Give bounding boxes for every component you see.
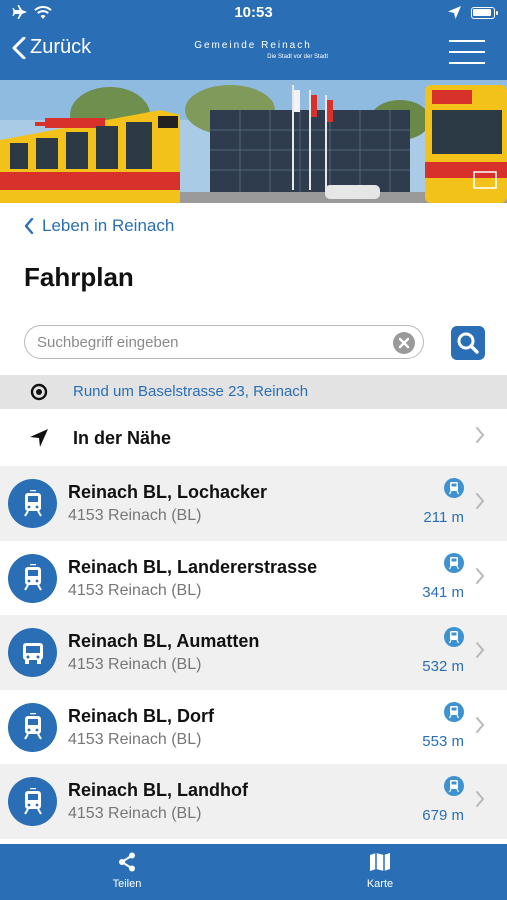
stop-distance: 341 m [422, 583, 464, 601]
nearby-label: In der Nähe [73, 428, 172, 448]
chevron-right-icon [475, 639, 485, 665]
search-field[interactable] [24, 325, 424, 359]
stop-address: 4153 Reinach (BL) [68, 507, 202, 524]
location-target-icon [30, 383, 48, 401]
current-location-row[interactable]: Rund um Baselstrasse 23, Reinach [0, 375, 507, 409]
menu-line [449, 51, 485, 53]
stop-name: Reinach BL, Aumatten [68, 631, 260, 652]
tram-icon [444, 627, 464, 648]
search-icon [457, 332, 479, 354]
status-bar: 10:53 [0, 0, 507, 28]
app-screen: 10:53 Zurück Gemeinde Reinach Die Stadt … [0, 0, 507, 900]
tram-icon [444, 776, 464, 797]
share-label: Teilen [112, 878, 142, 890]
stop-address: 4153 Reinach (BL) [68, 730, 202, 748]
tram-icon [444, 701, 464, 722]
stop-row[interactable]: Reinach BL, Landhof 4153 Reinach (BL) 67… [0, 764, 507, 839]
close-icon [398, 337, 410, 349]
map-icon [370, 853, 390, 871]
map-tab[interactable]: Karte [335, 852, 425, 890]
breadcrumb-label: Leben in Reinach [42, 216, 175, 235]
stop-row[interactable]: Reinach BL, Dorf 4153 Reinach (BL) 553 m [0, 689, 507, 765]
chevron-right-icon [475, 424, 485, 450]
bus-icon [8, 628, 57, 678]
stop-address: 4153 Reinach (BL) [68, 805, 202, 823]
chevron-left-icon [12, 36, 26, 59]
stop-row[interactable]: Reinach BL, Landererstrasse 4153 Reinach… [0, 540, 507, 616]
tram-icon [444, 478, 464, 498]
chevron-left-icon [24, 218, 34, 234]
top-bar: 10:53 Zurück Gemeinde Reinach Die Stadt … [0, 0, 507, 80]
location-address: Rund um Baselstrasse 23, Reinach [73, 383, 309, 400]
navigation-arrow-icon [30, 429, 48, 447]
stop-distance: 532 m [422, 658, 464, 676]
bottom-tab-bar: Teilen Karte [0, 844, 507, 900]
search-button[interactable] [451, 326, 485, 360]
menu-line [449, 62, 485, 64]
stop-name: Reinach BL, Landhof [68, 780, 248, 801]
stop-distance: 211 m [423, 509, 464, 526]
logo-title: Gemeinde Reinach [194, 40, 312, 51]
logo-tagline: Die Stadt vor der Stadt [267, 54, 328, 60]
share-tab[interactable]: Teilen [82, 852, 172, 890]
location-arrow-icon [448, 6, 461, 19]
chevron-right-icon [475, 565, 485, 591]
tram-icon [8, 553, 57, 603]
tram-icon [8, 479, 57, 528]
stops-list: Reinach BL, Lochacker 4153 Reinach (BL) … [0, 466, 507, 839]
stop-name: Reinach BL, Dorf [68, 705, 215, 726]
tram-icon [8, 777, 57, 827]
map-label: Karte [366, 878, 394, 890]
chevron-right-icon [475, 714, 485, 740]
chevron-right-icon [475, 788, 485, 814]
search-input[interactable] [37, 326, 397, 358]
battery-icon [471, 6, 498, 19]
stop-distance: 679 m [422, 807, 464, 825]
stop-row[interactable]: Reinach BL, Lochacker 4153 Reinach (BL) … [0, 466, 507, 541]
share-icon [119, 852, 135, 872]
stop-name: Reinach BL, Lochacker [68, 482, 268, 502]
chevron-right-icon [475, 490, 485, 516]
back-label: Zurück [30, 36, 92, 58]
nav-bar: Zurück Gemeinde Reinach Die Stadt vor de… [0, 28, 507, 80]
tram-icon [444, 552, 464, 573]
clear-search-button[interactable] [393, 332, 415, 354]
back-button[interactable]: Zurück [12, 36, 91, 59]
hamburger-menu-button[interactable] [449, 40, 485, 64]
status-right-icons [448, 6, 498, 19]
stop-address: 4153 Reinach (BL) [68, 581, 202, 599]
breadcrumb[interactable]: Leben in Reinach [24, 216, 174, 236]
hero-image [0, 80, 507, 203]
tram-icon [8, 702, 57, 752]
menu-line [449, 40, 485, 42]
stop-distance: 553 m [422, 732, 464, 750]
stop-row[interactable]: Reinach BL, Aumatten 4153 Reinach (BL) 5… [0, 615, 507, 690]
nearby-row[interactable]: In der Nähe [0, 410, 507, 466]
municipality-logo[interactable]: Gemeinde Reinach Die Stadt vor der Stadt [178, 40, 328, 60]
page-title: Fahrplan [24, 262, 134, 292]
stop-address: 4153 Reinach (BL) [68, 656, 202, 674]
status-time: 10:53 [234, 4, 273, 21]
stop-name: Reinach BL, Landererstrasse [68, 556, 318, 577]
tram-station-illustration [0, 80, 507, 203]
